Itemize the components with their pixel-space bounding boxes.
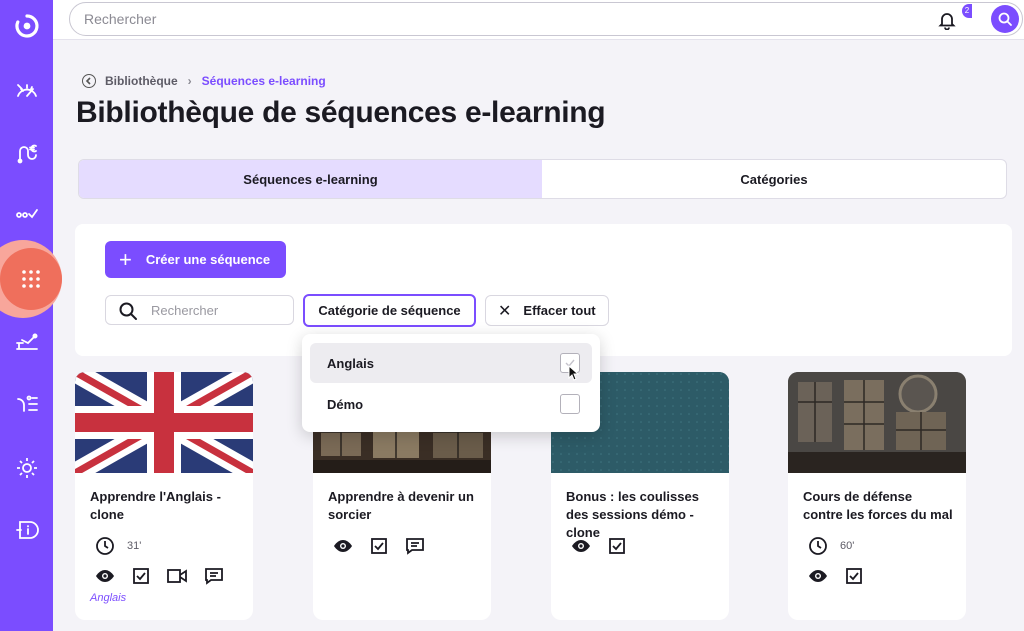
nav-active-highlight <box>0 240 62 318</box>
cursor-icon <box>568 365 580 381</box>
topbar <box>53 0 1024 40</box>
checkbox-icon <box>370 537 388 555</box>
chevron-right-icon: › <box>187 74 192 88</box>
workflow-check-icon[interactable] <box>0 192 53 236</box>
tabs: Séquences e-learning Catégories <box>78 159 1007 199</box>
duration-text: 60' <box>840 540 855 552</box>
sequence-card[interactable]: Apprendre l'Anglais - clone 31' Anglais <box>75 372 253 620</box>
create-sequence-label: Créer une séquence <box>145 252 271 267</box>
global-search <box>69 2 1023 36</box>
users-list-icon[interactable] <box>0 382 53 426</box>
search-icon <box>119 302 137 320</box>
card-thumbnail <box>788 372 966 473</box>
search-button[interactable] <box>991 5 1019 33</box>
back-button[interactable] <box>82 74 96 88</box>
logo-icon[interactable] <box>0 4 53 48</box>
search-icon <box>998 12 1012 26</box>
card-features <box>95 566 241 586</box>
notification-badge: 2 <box>962 4 972 18</box>
create-sequence-button[interactable]: + Créer une séquence <box>105 241 286 278</box>
duration-text: 31' <box>127 540 142 552</box>
category-dropdown: Anglais Démo <box>302 334 600 432</box>
eye-icon <box>808 566 828 586</box>
option-checkbox[interactable] <box>560 394 580 414</box>
notifications-button[interactable] <box>935 8 959 32</box>
checkbox-icon <box>608 537 626 555</box>
breadcrumb-parent-link[interactable]: Bibliothèque <box>105 74 178 88</box>
breadcrumb: Bibliothèque › Séquences e-learning <box>82 74 326 88</box>
card-category: Anglais <box>90 592 127 604</box>
clock-icon <box>808 536 828 556</box>
finance-euro-icon[interactable] <box>0 130 53 174</box>
card-features <box>333 536 442 556</box>
breadcrumb-current: Séquences e-learning <box>201 74 326 88</box>
plus-icon: + <box>119 246 132 272</box>
sidebar <box>0 0 62 631</box>
category-filter-button[interactable]: Catégorie de séquence <box>303 294 476 327</box>
card-thumbnail <box>75 372 253 473</box>
option-label: Anglais <box>327 355 374 371</box>
sequence-card[interactable]: Cours de défense contre les forces du ma… <box>788 372 966 620</box>
card-features <box>808 566 880 586</box>
checkbox-icon <box>132 567 150 585</box>
eye-icon <box>333 536 353 556</box>
card-title: Cours de défense contre les forces du ma… <box>803 489 953 522</box>
page-title: Bibliothèque de séquences e-learning <box>76 96 606 129</box>
clear-all-button[interactable]: ✕ Effacer tout <box>485 295 609 326</box>
bell-icon <box>938 13 956 30</box>
clear-all-label: Effacer tout <box>523 303 596 318</box>
card-title: Apprendre l'Anglais - clone <box>90 489 221 522</box>
card-title: Apprendre à devenir un sorcier <box>328 489 474 522</box>
card-features <box>571 536 643 556</box>
checkbox-icon <box>845 567 863 585</box>
dropdown-option-demo[interactable]: Démo <box>310 384 592 424</box>
eye-icon <box>95 566 115 586</box>
chevron-left-icon <box>85 77 91 85</box>
dropdown-option-anglais[interactable]: Anglais <box>310 343 592 383</box>
analytics-icon[interactable] <box>0 320 53 364</box>
card-duration: 60' <box>808 536 854 556</box>
video-icon <box>167 567 187 585</box>
option-label: Démo <box>327 396 364 412</box>
tab-categories[interactable]: Catégories <box>542 160 1006 198</box>
sequence-search-input[interactable] <box>151 303 287 318</box>
dashboard-gauge-icon[interactable] <box>0 68 53 112</box>
apps-grid-icon[interactable] <box>0 248 62 310</box>
eye-icon <box>571 536 591 556</box>
tab-sequences[interactable]: Séquences e-learning <box>79 160 542 198</box>
comment-icon <box>204 567 224 585</box>
comment-icon <box>405 537 425 555</box>
sequence-search <box>105 295 294 325</box>
global-search-input[interactable] <box>84 11 904 27</box>
info-badge-icon[interactable] <box>0 508 53 552</box>
card-title: Bonus : les coulisses des sessions démo … <box>566 489 699 540</box>
close-icon: ✕ <box>498 302 512 320</box>
clock-icon <box>95 536 115 556</box>
settings-gear-icon[interactable] <box>0 446 53 490</box>
card-duration: 31' <box>95 536 141 556</box>
